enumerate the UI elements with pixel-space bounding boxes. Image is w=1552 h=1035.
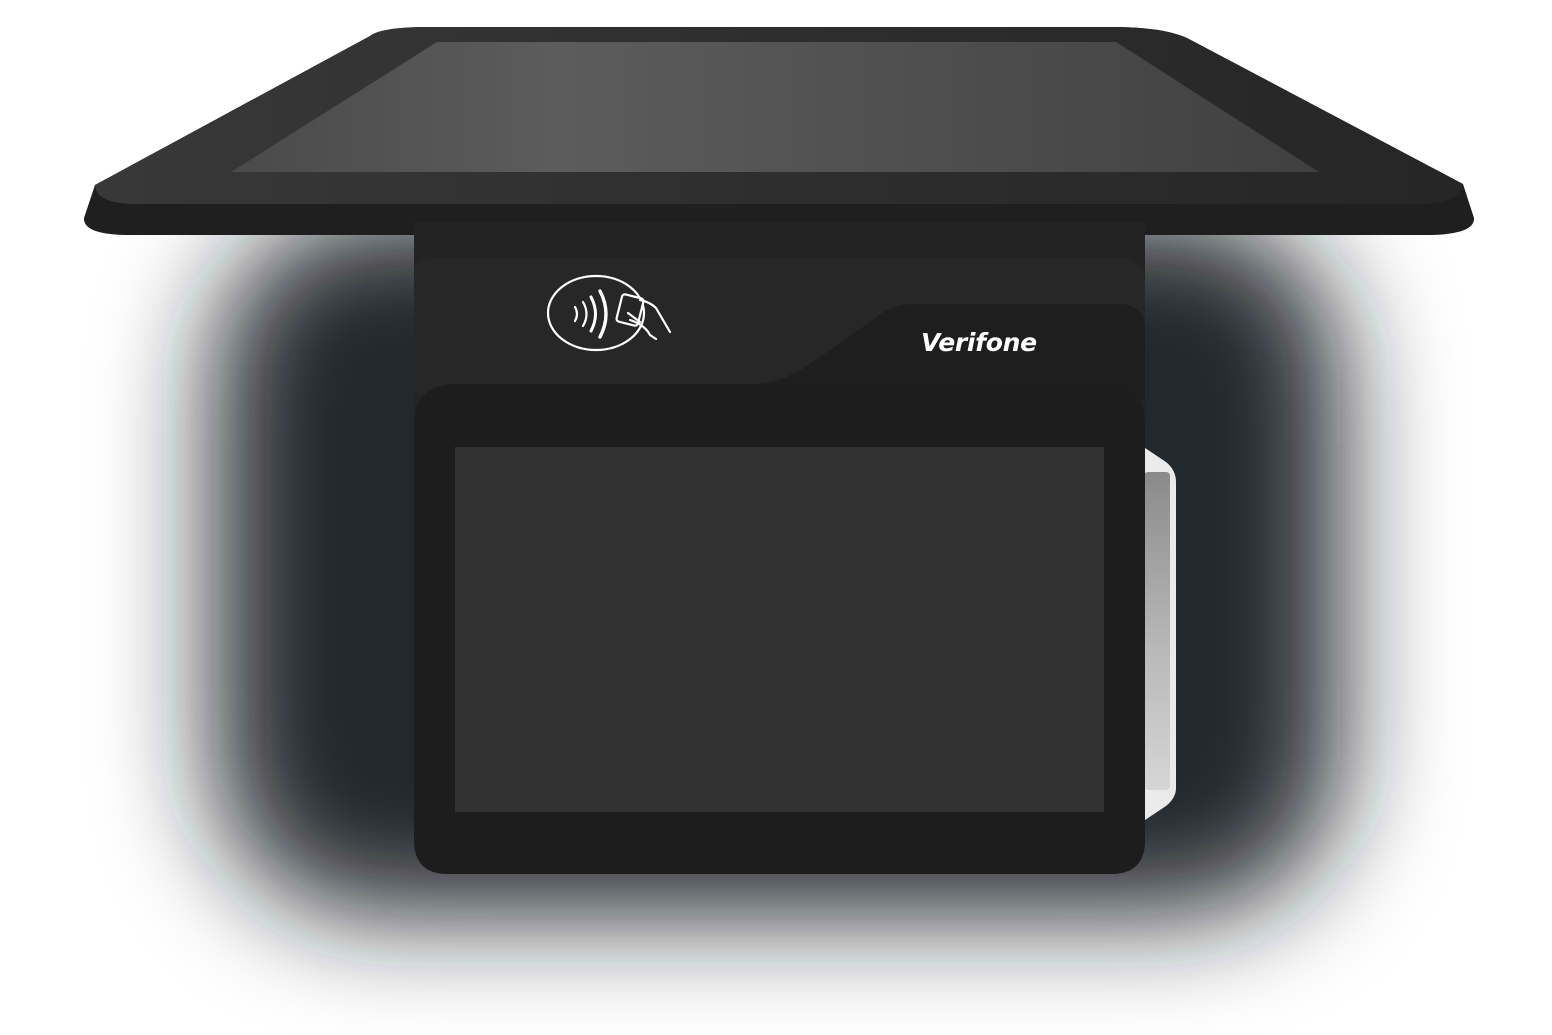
verifone-logo: Verifone: [921, 328, 1037, 357]
main-screen: [455, 447, 1104, 812]
terminal-illustration: [83, 27, 1475, 915]
payment-terminal-scene: Verifone: [0, 0, 1552, 1035]
terminal-body: [414, 222, 1145, 874]
card-reader-side: [1142, 446, 1176, 822]
top-display: [83, 27, 1475, 235]
